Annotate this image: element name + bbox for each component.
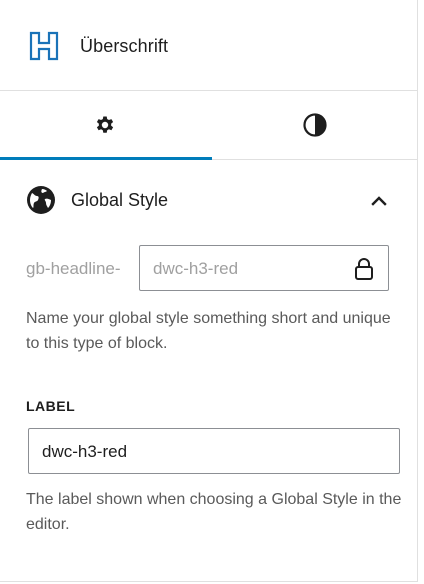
lock-icon[interactable] xyxy=(352,256,376,282)
chevron-up-icon[interactable] xyxy=(368,190,390,212)
block-title: Überschrift xyxy=(80,36,169,56)
globe-icon xyxy=(27,186,55,214)
heading-h-icon xyxy=(29,31,59,61)
global-style-panel-toggle[interactable]: Global Style xyxy=(0,160,417,240)
label-help: The label shown when choosing a Global S… xyxy=(26,491,402,533)
block-inspector-panel: Überschrift Global Style gb-headline- dw… xyxy=(0,0,418,582)
inspector-tabs xyxy=(0,91,417,160)
tab-styles[interactable] xyxy=(212,91,417,159)
global-style-id-value: dwc-h3-red xyxy=(153,259,239,278)
block-card-header: Überschrift xyxy=(0,0,417,91)
global-style-id-help: Name your global style something short a… xyxy=(26,310,391,352)
tab-settings[interactable] xyxy=(0,91,210,159)
gear-icon xyxy=(96,116,114,133)
half-circle-contrast-icon xyxy=(302,113,327,137)
section-title: Global Style xyxy=(71,190,169,210)
label-input-value: dwc-h3-red xyxy=(42,442,128,461)
global-style-prefix: gb-headline- xyxy=(26,259,121,278)
label-field-title: LABEL xyxy=(26,398,76,414)
global-style-id-input[interactable]: dwc-h3-red xyxy=(139,245,389,291)
label-input[interactable]: dwc-h3-red xyxy=(28,428,400,474)
